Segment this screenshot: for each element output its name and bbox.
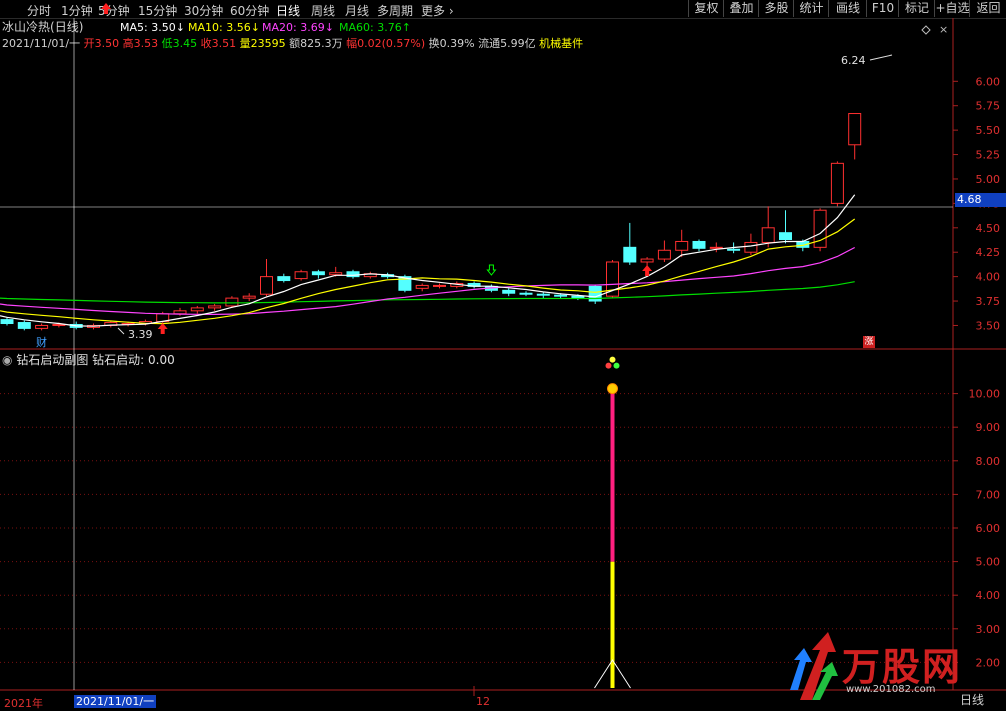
candle-body-29 [502,289,516,294]
diamond-cluster-icon-b [613,362,620,369]
sell-arrow [486,264,497,276]
candle-body-36 [623,246,637,263]
candle-body-24 [415,284,429,289]
high-mark-pointer [869,54,893,61]
watermark-logo: 万股网 www.201082.com [790,632,990,702]
expand-icon [921,25,931,35]
candle-body-49 [848,113,862,146]
candle-body-18 [311,271,325,276]
cursor-price-label: 4.68 [955,193,1006,207]
ma60-line [0,281,855,304]
diamond-cluster-icon-c [609,356,616,363]
diamond-cluster-icon-a [605,362,612,369]
candle-body-15 [260,276,273,295]
candle-body-40 [692,240,706,249]
price-label-9: 3.75 [976,295,1001,308]
candle-body-37 [640,258,654,263]
ma10-line [0,218,856,325]
candle-body-48 [830,162,844,204]
bottom-month-label: 12 [476,695,490,708]
kline-chart[interactable]: 6.005.755.505.255.004.754.504.254.003.75… [0,0,1006,711]
sub-axis-label-2: 8.00 [976,455,1001,468]
ma5-line [0,194,856,327]
bottom-year-label: 2021年 [4,697,43,710]
candle-body-12 [208,305,222,309]
sub-axis-label-4: 6.00 [976,522,1001,535]
price-label-4: 5.00 [976,173,1001,186]
candle-body-0 [0,319,14,325]
sub-axis-label-3: 7.00 [976,488,1001,501]
candle-body-25 [433,284,446,287]
candle-body-43 [744,241,758,253]
bottom-date-label: 2021/11/01/一 [74,695,157,708]
close-pane-icon: × [939,23,948,36]
sub-axis-label-0: 10.00 [969,388,1001,401]
price-label-6: 4.50 [976,222,1001,235]
candle-body-44 [761,227,775,243]
price-label-8: 4.00 [976,271,1001,284]
signal-ball-icon [607,383,618,395]
candle-body-32 [554,294,568,297]
candle-body-38 [657,249,671,260]
buy-arrow-1 [157,323,168,334]
limit-up-mark[interactable]: 涨 [863,336,875,348]
candle-body-30 [519,292,533,295]
candle-body-45 [779,232,792,241]
watermark-url: www.201082.com [846,684,936,695]
price-label-2: 5.50 [976,124,1001,137]
candle-body-20 [346,271,360,278]
candle-body-1 [17,322,31,329]
candle-body-42 [727,248,741,251]
candle-body-39 [675,240,689,251]
candle-body-13 [225,297,239,307]
high-price-mark: 6.24 [841,54,866,67]
low-mark-pointer [117,327,125,335]
sub-axis-label-6: 4.00 [976,589,1001,602]
candle-body-17 [294,271,308,280]
price-label-7: 4.25 [976,246,1001,259]
price-label-3: 5.25 [976,149,1001,162]
candle-body-33 [571,295,585,299]
price-label-1: 5.75 [976,100,1001,113]
price-label-10: 3.50 [976,319,1001,332]
candle-body-14 [242,295,256,299]
watermark-text: 万股网 [842,645,963,689]
sub-axis-label-1: 9.00 [976,421,1001,434]
sub-axis-label-5: 5.00 [976,556,1001,569]
candle-body-31 [536,293,550,296]
candle-body-19 [329,272,343,276]
candle-body-41 [709,246,723,249]
candle-body-11 [190,307,204,312]
candle-body-10 [173,310,187,315]
candle-body-16 [277,276,291,282]
buy-arrow-legend [101,3,111,14]
low-price-mark: 3.39 [128,328,153,341]
candle-body-2 [35,324,49,329]
price-label-0: 6.00 [976,75,1001,88]
financial-mark[interactable]: 财 [36,336,47,349]
